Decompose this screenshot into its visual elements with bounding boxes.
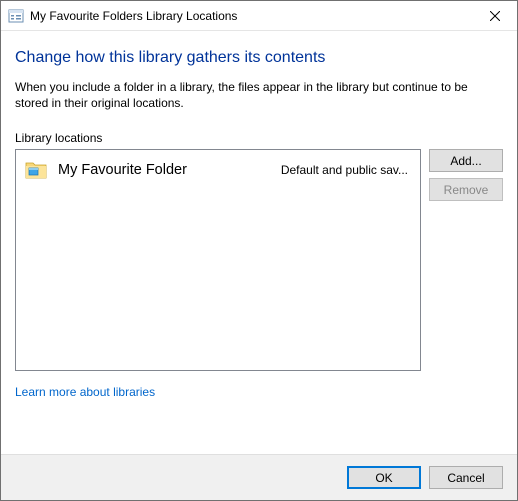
dialog-content: Change how this library gathers its cont… (1, 31, 517, 399)
dialog-description: When you include a folder in a library, … (15, 79, 503, 111)
cancel-button[interactable]: Cancel (429, 466, 503, 489)
library-locations-list[interactable]: My Favourite Folder Default and public s… (15, 149, 421, 371)
folder-icon (24, 158, 48, 182)
ok-button[interactable]: OK (347, 466, 421, 489)
titlebar: My Favourite Folders Library Locations (1, 1, 517, 31)
list-label: Library locations (15, 131, 503, 145)
dialog-heading: Change how this library gathers its cont… (15, 49, 503, 67)
library-icon (8, 8, 24, 24)
list-item[interactable]: My Favourite Folder Default and public s… (18, 154, 418, 186)
window-title: My Favourite Folders Library Locations (30, 9, 472, 23)
remove-button[interactable]: Remove (429, 178, 503, 201)
learn-more-link[interactable]: Learn more about libraries (15, 385, 155, 399)
dialog-footer: OK Cancel (1, 454, 517, 500)
item-name: My Favourite Folder (58, 162, 281, 178)
close-button[interactable] (472, 1, 517, 30)
add-button[interactable]: Add... (429, 149, 503, 172)
item-status: Default and public sav... (281, 163, 412, 177)
